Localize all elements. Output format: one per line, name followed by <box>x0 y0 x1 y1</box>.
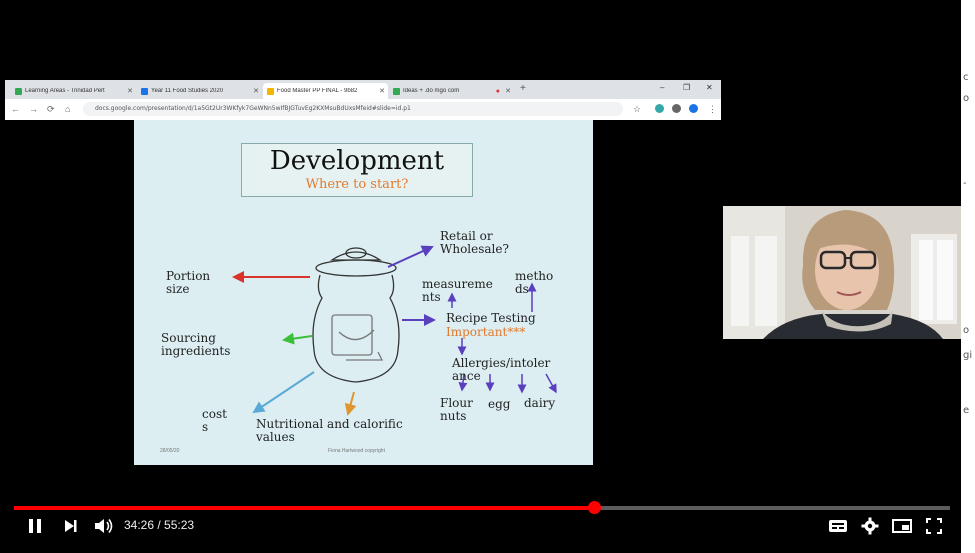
progress-bar[interactable] <box>14 501 950 514</box>
pause-button[interactable] <box>24 515 46 537</box>
label-important: Important*** <box>446 325 526 339</box>
tab-label: Year 11 Food Studies 2020 <box>151 88 224 94</box>
gear-icon <box>861 517 879 535</box>
page-edge-strip: c o - o gi e <box>961 0 975 553</box>
next-button[interactable] <box>60 515 82 537</box>
label-measurements: measureme nts <box>422 277 493 304</box>
browser-tab-active: Food Master PP FINAL - 9b82a... ✕ <box>263 83 388 99</box>
label-egg: egg <box>488 397 511 411</box>
label-allergies: Allergies/intoler ance <box>452 356 551 383</box>
tab-label: Learning Areas - Trinidad Perth <box>25 88 105 94</box>
new-tab-icon: + <box>520 83 526 94</box>
volume-icon <box>95 519 113 533</box>
miniplayer-button[interactable] <box>890 515 914 537</box>
tab-favicon-icon <box>267 87 274 95</box>
subtitles-icon <box>829 520 847 532</box>
close-icon: ✕ <box>505 88 511 95</box>
video-player[interactable]: Learning Areas - Trinidad Perth ✕ Year 1… <box>0 0 975 553</box>
close-icon: ● <box>495 87 500 95</box>
slide-footer-date: 28/05/20 <box>160 448 180 454</box>
address-bar-row: ← → ⟳ ⌂ docs.google.com/presentation/d/1… <box>5 99 721 120</box>
label-flour: Flour nuts <box>440 396 473 423</box>
side-text: e <box>963 405 970 416</box>
url-field: docs.google.com/presentation/d/1a5Gt2Ur3… <box>83 102 623 116</box>
back-icon: ← <box>11 104 20 114</box>
miniplayer-icon <box>892 519 912 533</box>
slide-footer-copyright: Fiona Hartwood copyright <box>328 448 385 454</box>
progress-played <box>14 506 595 510</box>
presentation-slide: Development Where to start? Retail or Wh… <box>134 120 593 465</box>
star-icon: ☆ <box>633 104 642 114</box>
settings-button[interactable] <box>858 515 882 537</box>
side-text: o <box>963 93 970 104</box>
close-icon: ✕ <box>127 88 133 95</box>
slide-subtitle: Where to start? <box>305 177 409 192</box>
slide-title: Development <box>269 146 445 176</box>
shared-browser-window: Learning Areas - Trinidad Perth ✕ Year 1… <box>5 80 721 120</box>
profile-avatar-icon <box>689 104 698 113</box>
tab-favicon-icon <box>393 87 400 95</box>
current-time: 34:26 <box>124 518 155 532</box>
tab-favicon-icon <box>141 87 148 95</box>
next-icon <box>65 520 77 532</box>
maximize-icon: ❐ <box>683 83 691 92</box>
pause-icon <box>29 519 41 533</box>
window-close-icon: ✕ <box>706 83 713 92</box>
jar-illustration <box>312 247 400 383</box>
side-text: gi <box>963 350 973 361</box>
slide-title-box: Development Where to start? <box>241 143 473 197</box>
scrubber-handle[interactable] <box>588 501 602 514</box>
close-icon: ✕ <box>379 88 385 95</box>
label-methods: metho ds <box>515 269 554 296</box>
browser-tab: Ideas + .do mgo com ● ✕ <box>389 83 514 99</box>
close-icon: ✕ <box>253 88 259 95</box>
side-text: c <box>963 72 969 83</box>
time-display: 34:26 / 55:23 <box>124 518 194 532</box>
label-dairy: dairy <box>524 396 556 410</box>
webcam-feed <box>723 206 961 339</box>
tab-label: Ideas + .do mgo com <box>403 88 460 94</box>
label-portion: Portion size <box>166 269 211 296</box>
label-retail: Retail or Wholesale? <box>440 229 509 256</box>
reload-icon: ⟳ <box>47 104 55 114</box>
side-text: - <box>963 178 967 189</box>
label-sourcing: Sourcing ingredients <box>161 331 231 358</box>
side-text: o <box>963 325 970 336</box>
time-separator: / <box>154 518 165 532</box>
arrow-sourcing <box>282 332 313 345</box>
browser-tab: Year 11 Food Studies 2020 ✕ <box>137 83 262 99</box>
extension-icon <box>655 104 664 113</box>
tab-favicon-icon <box>15 87 22 95</box>
minimize-icon: – <box>660 83 665 92</box>
duration: 55:23 <box>164 518 195 532</box>
label-nutritional: Nutritional and calorific values <box>256 417 403 444</box>
forward-icon: → <box>29 104 38 114</box>
tab-label: Food Master PP FINAL - 9b82a... <box>277 88 357 94</box>
label-costs: cost s <box>202 407 227 434</box>
browser-tab: Learning Areas - Trinidad Perth ✕ <box>11 83 136 99</box>
presenter-image <box>723 206 961 339</box>
browser-tab-strip: Learning Areas - Trinidad Perth ✕ Year 1… <box>5 80 721 99</box>
fullscreen-icon <box>926 518 942 534</box>
arrow-costs <box>252 371 315 414</box>
home-icon: ⌂ <box>65 104 71 114</box>
arrow-nutrition <box>344 391 357 416</box>
arrow-retail <box>387 245 434 268</box>
fullscreen-button[interactable] <box>922 515 946 537</box>
menu-kebab-icon: ⋮ <box>708 104 717 114</box>
subtitles-button[interactable] <box>826 515 850 537</box>
volume-button[interactable] <box>92 515 116 537</box>
extension-icon <box>672 104 681 113</box>
label-recipe-testing: Recipe Testing <box>446 311 536 325</box>
